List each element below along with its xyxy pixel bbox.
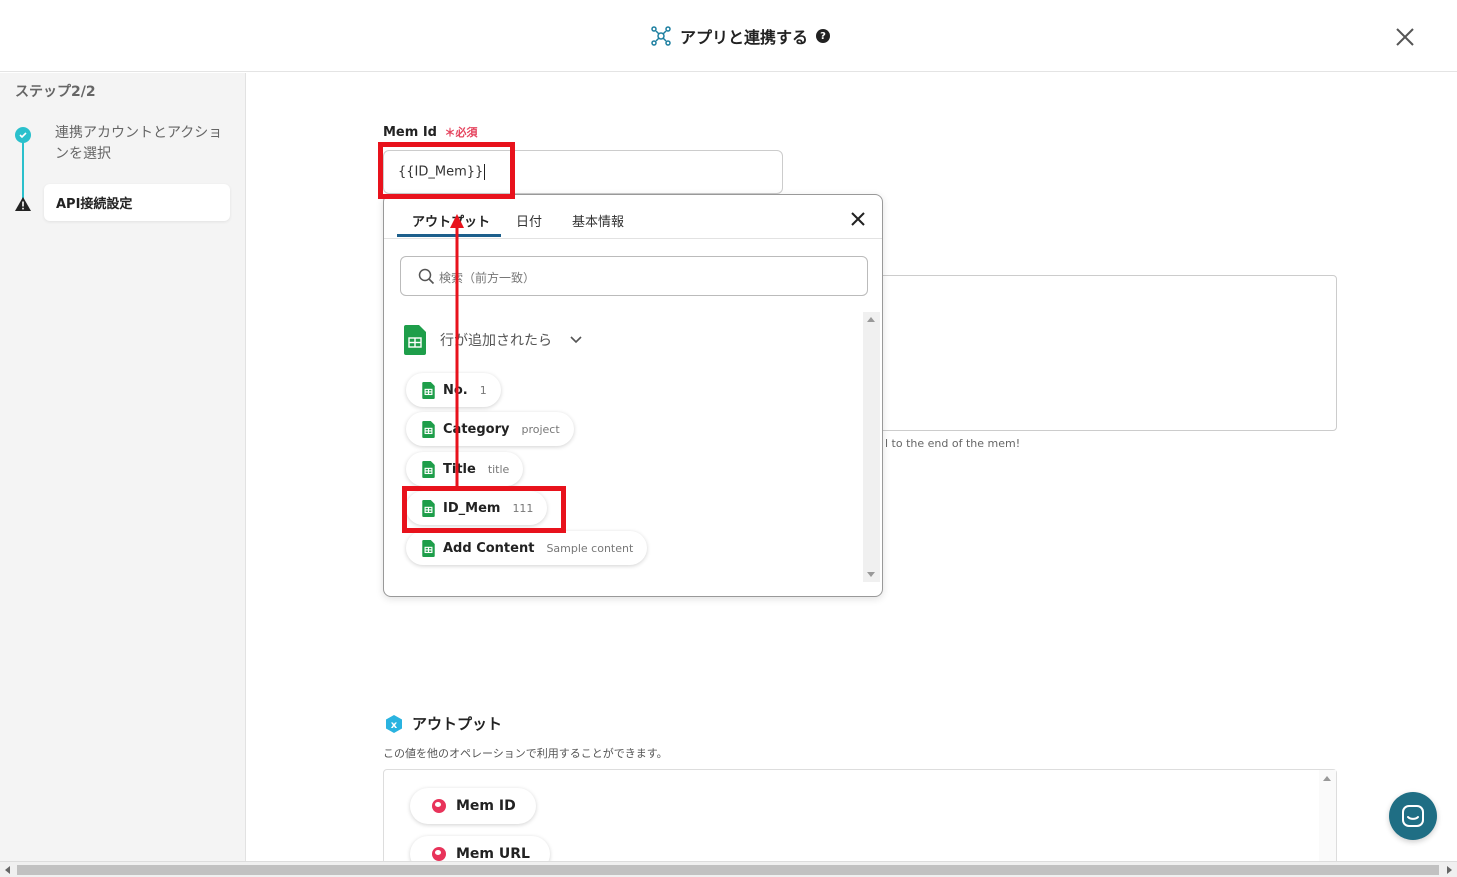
output-chip-mem-id[interactable]: Mem ID <box>410 788 536 824</box>
memid-field-label: Mem Id ＊必須 <box>383 124 478 140</box>
output-scrollbar[interactable] <box>1319 770 1336 868</box>
scroll-up-icon[interactable] <box>867 317 875 322</box>
scroll-right-icon[interactable] <box>1447 866 1452 874</box>
chip-value: Sample content <box>546 541 634 555</box>
mem-icon <box>432 847 446 861</box>
svg-text:x: x <box>391 720 398 731</box>
sidebar-step-select-action[interactable]: 連携アカウントとアクションを選択 <box>55 123 225 165</box>
output-section-title: x アウトプット <box>384 713 502 734</box>
sidebar-step-api-settings[interactable]: API接続設定 <box>44 184 230 221</box>
scroll-up-icon[interactable] <box>1323 776 1331 781</box>
tab-basic-info[interactable]: 基本情報 <box>572 211 624 230</box>
output-title-text: アウトプット <box>412 715 503 733</box>
variable-chip-category[interactable]: Category project <box>406 412 574 446</box>
scrollbar-thumb[interactable] <box>17 865 1439 875</box>
search-icon <box>418 268 435 285</box>
highlight-box-input <box>378 142 515 199</box>
chat-icon <box>1402 805 1424 827</box>
search-input[interactable]: 検索（前方一致） <box>400 256 868 296</box>
scroll-left-icon[interactable] <box>5 866 10 874</box>
warning-icon <box>15 197 31 211</box>
output-list: Mem ID Mem URL <box>383 769 1337 872</box>
helper-text: l to the end of the mem! <box>885 437 1021 450</box>
trigger-group-header[interactable]: 行が追加されたら <box>404 325 582 355</box>
annotation-arrow-icon <box>450 214 464 488</box>
mem-icon <box>432 799 446 813</box>
header-title-group: アプリと連携する ? <box>650 24 831 48</box>
google-sheets-icon <box>422 381 435 399</box>
chevron-down-icon[interactable] <box>570 336 582 344</box>
variable-chip-add-content[interactable]: Add Content Sample content <box>406 531 648 565</box>
app-header: アプリと連携する ? <box>0 0 1457 72</box>
variable-icon: x <box>386 714 402 733</box>
close-icon[interactable] <box>1390 22 1420 52</box>
chat-support-button[interactable] <box>1389 792 1437 840</box>
chip-value: 1 <box>479 383 487 397</box>
memid-label-text: Mem Id <box>383 125 437 140</box>
google-sheets-icon <box>422 539 435 557</box>
page-title: アプリと連携する <box>680 28 809 47</box>
step-sidebar: ステップ2/2 連携アカウントとアクションを選択 API接続設定 <box>0 73 246 863</box>
tab-date[interactable]: 日付 <box>516 211 542 230</box>
popup-scrollbar[interactable] <box>863 312 880 582</box>
required-badge: ＊必須 <box>444 126 478 139</box>
check-icon <box>15 127 31 143</box>
step-connector <box>22 139 24 201</box>
chip-name: Add Content <box>443 540 535 556</box>
scroll-down-icon[interactable] <box>867 572 875 577</box>
step-counter: ステップ2/2 <box>15 84 96 100</box>
question-circle-icon[interactable]: ? <box>816 29 831 43</box>
output-chip-label: Mem URL <box>456 846 530 862</box>
google-sheets-icon <box>422 460 435 478</box>
popup-close-icon[interactable] <box>849 210 867 228</box>
output-description: この値を他のオペレーションで利用することができます。 <box>383 747 668 760</box>
network-icon <box>651 26 671 46</box>
chip-value: project <box>521 422 560 436</box>
horizontal-scrollbar[interactable] <box>0 861 1457 877</box>
google-sheets-icon <box>422 420 435 438</box>
chip-value: title <box>487 462 510 476</box>
highlight-box-id-mem <box>402 486 566 533</box>
output-chip-label: Mem ID <box>456 798 516 814</box>
google-sheets-icon <box>404 325 426 355</box>
